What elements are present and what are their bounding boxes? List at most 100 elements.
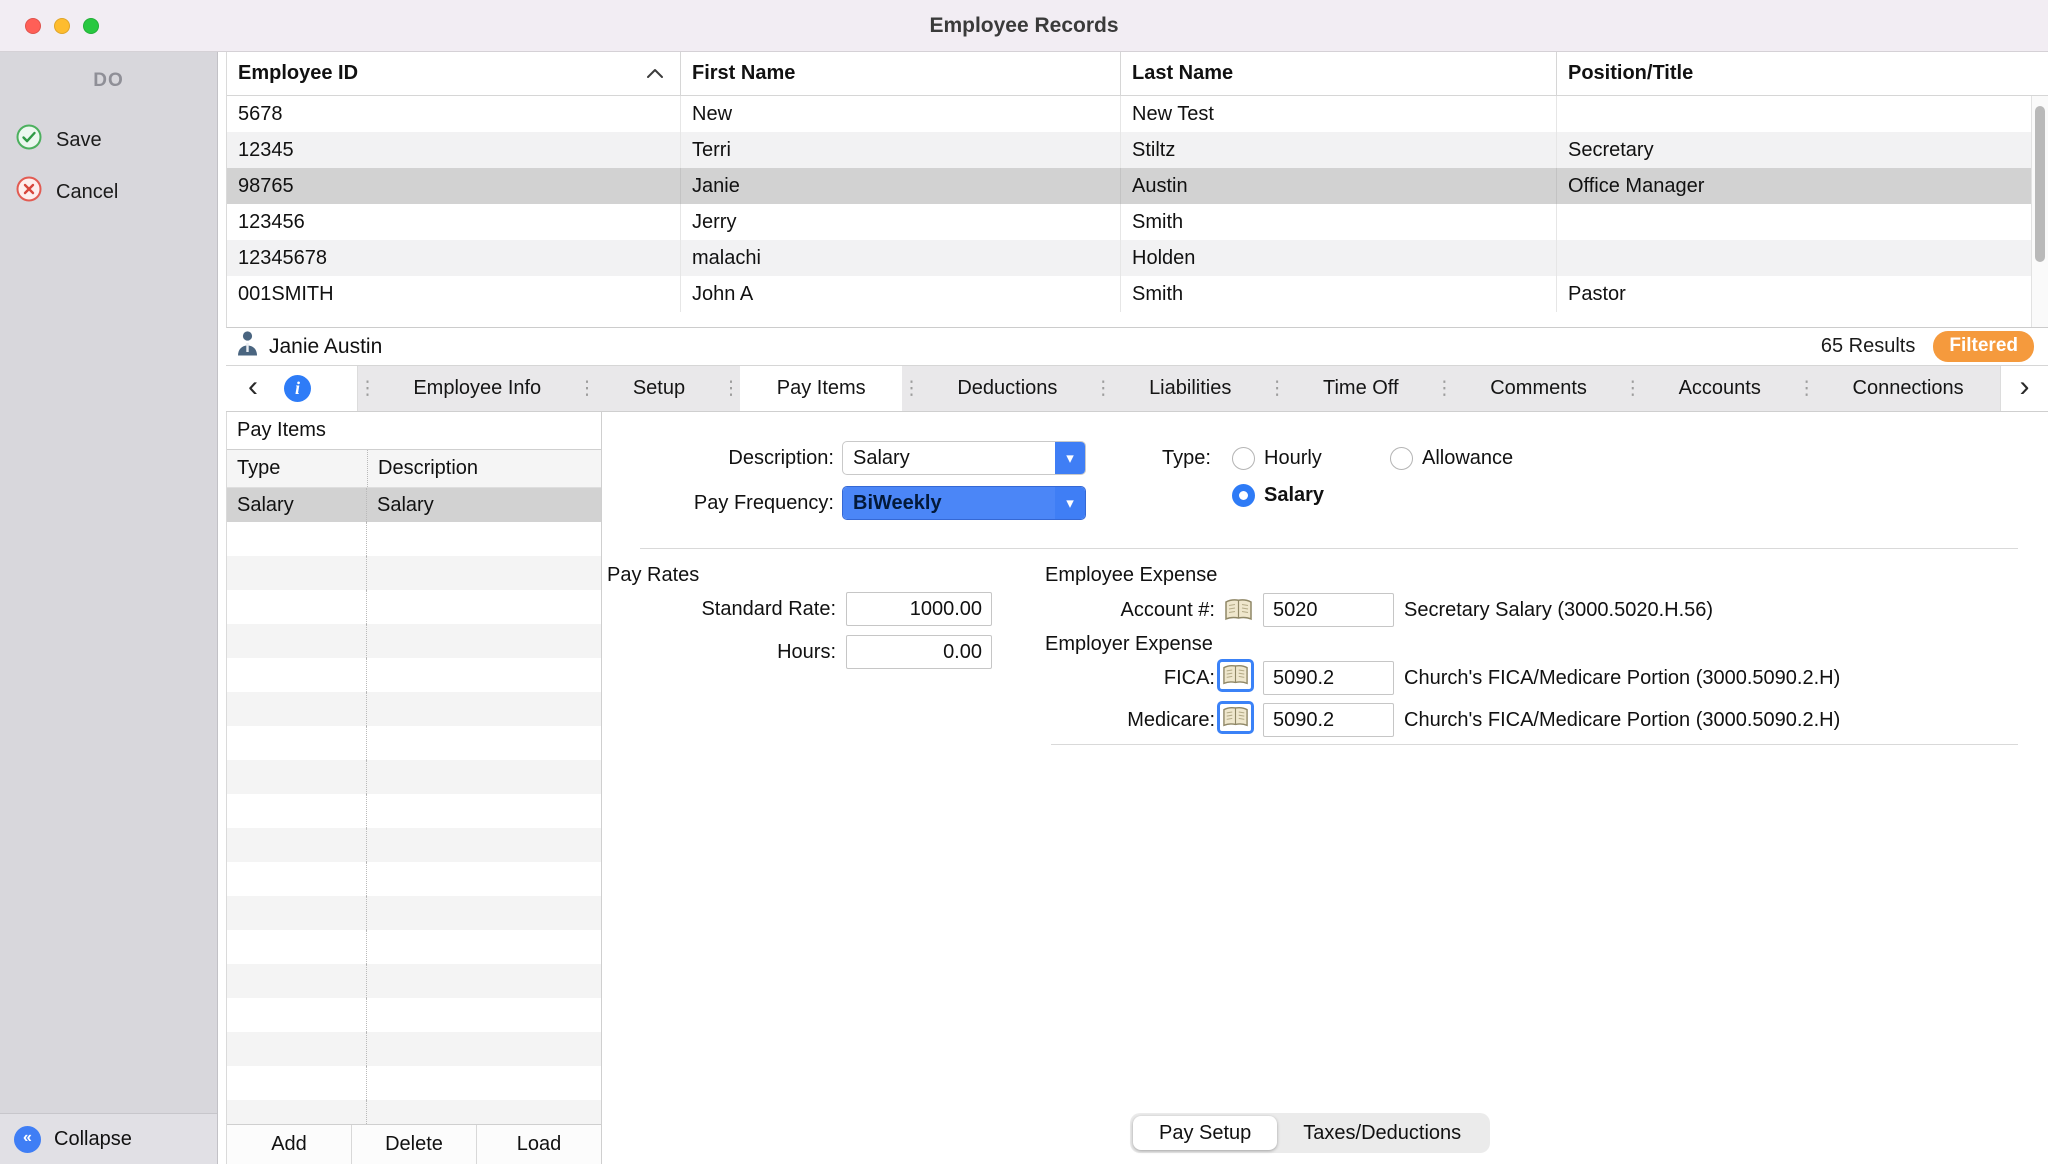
hours-input[interactable] (846, 635, 992, 669)
account-lookup-button[interactable] (1220, 594, 1257, 627)
radio-circle-icon[interactable] (1232, 447, 1255, 470)
tab-pay-setup[interactable]: Pay Setup (1133, 1116, 1277, 1150)
empty-row (227, 964, 601, 998)
type-label: Type: (1162, 441, 1211, 475)
empty-row (227, 930, 601, 964)
tab-separator: ⋮ (1435, 366, 1454, 411)
tab-separator: ⋮ (721, 366, 740, 411)
tab-separator: ⋮ (1094, 366, 1113, 411)
chevron-down-icon[interactable]: ▾ (1055, 487, 1085, 519)
info-icon[interactable]: i (284, 375, 311, 402)
delete-button[interactable]: Delete (351, 1125, 476, 1164)
results-count: 65 Results (1821, 335, 1916, 358)
scrollbar-thumb[interactable] (2035, 106, 2045, 262)
column-header-position[interactable]: Position/Title (1556, 52, 2048, 95)
tab-separator: ⋮ (902, 366, 921, 411)
tab-time-off[interactable]: Time Off (1287, 366, 1435, 411)
save-button[interactable]: Save (0, 114, 217, 166)
chevron-down-icon[interactable]: ▾ (1055, 442, 1085, 474)
radio-allowance[interactable]: Allowance (1390, 441, 1513, 475)
tab-liabilities[interactable]: Liabilities (1113, 366, 1268, 411)
radio-hourly[interactable]: Hourly (1232, 441, 1322, 475)
cancel-button[interactable]: Cancel (0, 166, 217, 218)
standard-rate-label: Standard Rate: (602, 592, 836, 626)
employee-expense-heading: Employee Expense (1045, 558, 1217, 592)
pay-frequency-dropdown[interactable]: BiWeekly ▾ (842, 486, 1086, 520)
tab-accounts[interactable]: Accounts (1642, 366, 1797, 411)
radio-salary[interactable]: Salary (1232, 478, 1324, 512)
fica-account-lookup-button[interactable] (1217, 659, 1254, 692)
column-header-description[interactable]: Description (367, 450, 601, 487)
account-number-label: Account #: (982, 593, 1215, 627)
pay-frequency-label: Pay Frequency: (622, 486, 834, 520)
pay-items-columns: Type Description (227, 450, 601, 488)
tab-pay-items[interactable]: Pay Items (740, 366, 902, 411)
tab-separator: ⋮ (578, 366, 597, 411)
table-row[interactable]: 001SMITH John A Smith Pastor (227, 276, 2048, 312)
table-row[interactable]: 12345 Terri Stiltz Secretary (227, 132, 2048, 168)
empty-row (227, 862, 601, 896)
standard-rate-input[interactable] (846, 592, 992, 626)
fica-account-input[interactable] (1263, 661, 1394, 695)
sort-ascending-icon (646, 68, 664, 79)
empty-row (227, 556, 601, 590)
empty-row (227, 522, 601, 556)
tab-comments[interactable]: Comments (1454, 366, 1623, 411)
medicare-label: Medicare: (982, 703, 1215, 737)
empty-row (227, 896, 601, 930)
pay-item-row-selected[interactable]: Salary Salary (227, 488, 601, 522)
column-header-last-name[interactable]: Last Name (1120, 52, 1556, 95)
tabs-scroll-left-icon[interactable]: ‹ (248, 372, 258, 406)
sidebar: DO Save Cancel « Collapse (0, 52, 218, 1164)
tabs-scroll-right-icon[interactable]: › (2020, 372, 2030, 406)
collapse-chevrons-icon: « (14, 1126, 41, 1153)
filtered-badge[interactable]: Filtered (1933, 331, 2034, 362)
table-row[interactable]: 123456 Jerry Smith (227, 204, 2048, 240)
collapse-button[interactable]: « Collapse (0, 1113, 217, 1164)
empty-row (227, 590, 601, 624)
empty-row (227, 828, 601, 862)
column-header-employee-id[interactable]: Employee ID (227, 52, 680, 95)
radio-selected-icon[interactable] (1232, 484, 1255, 507)
pay-items-panel-title: Pay Items (227, 412, 601, 450)
description-dropdown[interactable]: Salary ▾ (842, 441, 1086, 475)
account-description: Secretary Salary (3000.5020.H.56) (1404, 593, 1713, 627)
hours-label: Hours: (602, 635, 836, 669)
traffic-lights (25, 18, 99, 34)
tab-setup[interactable]: Setup (597, 366, 722, 411)
selected-record-bar: Janie Austin 65 Results Filtered (226, 328, 2048, 366)
selected-employee-name: Janie Austin (269, 335, 382, 359)
empty-row (227, 692, 601, 726)
table-row-selected[interactable]: 98765 Janie Austin Office Manager (227, 168, 2048, 204)
bottom-tab-switcher: Pay Setup Taxes/Deductions (1130, 1113, 1490, 1153)
empty-row (227, 726, 601, 760)
tab-separator: ⋮ (1623, 366, 1642, 411)
medicare-account-input[interactable] (1263, 703, 1394, 737)
pay-items-panel: Pay Items Type Description Salary Salary (226, 412, 602, 1164)
divider (640, 548, 2018, 549)
description-label: Description: (622, 441, 834, 475)
close-window-button[interactable] (25, 18, 41, 34)
radio-circle-icon[interactable] (1390, 447, 1413, 470)
medicare-account-lookup-button[interactable] (1217, 701, 1254, 734)
minimize-window-button[interactable] (54, 18, 70, 34)
empty-row (227, 1066, 601, 1100)
account-number-input[interactable] (1263, 593, 1394, 627)
column-header-type[interactable]: Type (227, 457, 367, 480)
column-header-first-name[interactable]: First Name (680, 52, 1120, 95)
tab-deductions[interactable]: Deductions (921, 366, 1094, 411)
load-button[interactable]: Load (476, 1125, 601, 1164)
table-row[interactable]: 5678 New New Test (227, 96, 2048, 132)
tab-employee-info[interactable]: Employee Info (377, 366, 578, 411)
save-label: Save (56, 129, 102, 152)
table-scrollbar[interactable] (2031, 96, 2048, 327)
employee-table-header: Employee ID First Name Last Name Positio… (227, 52, 2048, 96)
table-row[interactable]: 12345678 malachi Holden (227, 240, 2048, 276)
fica-description: Church's FICA/Medicare Portion (3000.509… (1404, 661, 1840, 695)
add-button[interactable]: Add (227, 1125, 351, 1164)
person-icon (236, 330, 259, 363)
tab-taxes-deductions[interactable]: Taxes/Deductions (1277, 1116, 1487, 1150)
tab-separator: ⋮ (1268, 366, 1287, 411)
tab-connections[interactable]: Connections (1816, 366, 2000, 411)
zoom-window-button[interactable] (83, 18, 99, 34)
